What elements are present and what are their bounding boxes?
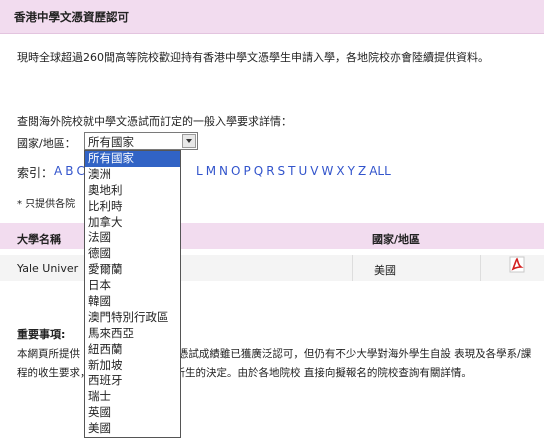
university-name: Yale Univer xyxy=(17,262,79,275)
index-letter-link[interactable]: A xyxy=(54,164,62,178)
index-letter-link[interactable]: B xyxy=(65,164,73,178)
index-letter-link[interactable]: T xyxy=(288,164,295,178)
dropdown-option[interactable]: 瑞士 xyxy=(85,389,180,405)
title-bar: 香港中學文憑資歷認可 xyxy=(0,0,544,34)
dropdown-option[interactable]: 德國 xyxy=(85,246,180,262)
index-letter-link[interactable]: Q xyxy=(254,164,263,178)
dropdown-option[interactable]: 澳門特別行政區 xyxy=(85,310,180,326)
dropdown-option[interactable]: 西班牙 xyxy=(85,373,180,389)
table-header xyxy=(0,223,544,249)
country-select[interactable]: 所有國家 xyxy=(84,132,198,150)
index-letter-link[interactable]: U xyxy=(299,164,308,178)
dropdown-option[interactable]: 比利時 xyxy=(85,199,180,215)
dropdown-option[interactable]: 所有國家 xyxy=(85,151,180,167)
column-header-country: 國家/地區 xyxy=(372,233,421,246)
index-letter-link[interactable]: Y xyxy=(348,164,355,178)
index-letter-link[interactable]: W xyxy=(322,164,334,178)
dropdown-option[interactable]: 馬來西亞 xyxy=(85,326,180,342)
pdf-icon[interactable] xyxy=(509,256,525,273)
index-letter-link[interactable]: S xyxy=(278,164,286,178)
index-label: 索引： xyxy=(17,166,54,180)
column-header-university: 大學名稱 xyxy=(17,233,61,246)
country-select-value: 所有國家 xyxy=(88,135,134,149)
university-country: 美國 xyxy=(374,264,396,277)
country-label: 國家/地區： xyxy=(17,137,76,150)
index-first-letters: ABC xyxy=(54,164,88,178)
index-letter-link[interactable]: N xyxy=(219,164,228,178)
dropdown-option[interactable]: 愛爾蘭 xyxy=(85,262,180,278)
dropdown-option[interactable]: 新加坡 xyxy=(85,358,180,374)
dropdown-option[interactable]: 法國 xyxy=(85,230,180,246)
dropdown-option[interactable]: 紐西蘭 xyxy=(85,342,180,358)
index-letter-link[interactable]: V xyxy=(310,164,318,178)
intro-text: 現時全球超過260間高等院校歡迎持有香港中學文憑學生申請入學，各地院校亦會陸續提… xyxy=(17,51,489,64)
index-letter-link[interactable]: X xyxy=(336,164,344,178)
dropdown-option[interactable]: 英國 xyxy=(85,405,180,421)
dropdown-option[interactable]: 澳洲 xyxy=(85,167,180,183)
row-divider xyxy=(480,255,481,281)
dropdown-option[interactable]: 美國 xyxy=(85,421,180,437)
dropdown-option[interactable]: 韓國 xyxy=(85,294,180,310)
index-letter-link[interactable]: ALL xyxy=(369,164,391,178)
index-letters: L M N O P Q R S T U V W X Y Z ALL xyxy=(196,164,394,178)
dropdown-option[interactable]: 奧地利 xyxy=(85,183,180,199)
page-title: 香港中學文憑資歷認可 xyxy=(14,10,129,24)
index-letter-link[interactable]: M xyxy=(206,164,216,178)
index-letter-link[interactable]: O xyxy=(231,164,240,178)
index-letter-link[interactable]: L xyxy=(196,164,203,178)
index-letter-link[interactable]: Z xyxy=(358,164,366,178)
table-row xyxy=(0,255,544,281)
note-text: * 只提供各院 xyxy=(17,199,76,210)
lookup-text: 查閱海外院校就中學文憑試而訂定的一般入學要求詳情： xyxy=(17,115,292,128)
index-letter-link[interactable]: R xyxy=(266,164,274,178)
dropdown-option[interactable]: 加拿大 xyxy=(85,215,180,231)
notes-title: 重要事項: xyxy=(17,328,66,341)
index-letter-link[interactable]: P xyxy=(243,164,250,178)
country-dropdown-list[interactable]: 所有國家 澳洲 奧地利 比利時 加拿大 法國 德國 愛爾蘭 日本 韓國 澳門特別行政區 馬來西亞 紐西蘭… xyxy=(84,150,181,438)
dropdown-option[interactable]: 日本 xyxy=(85,278,180,294)
chevron-down-icon[interactable] xyxy=(182,134,196,148)
row-divider xyxy=(352,255,353,281)
